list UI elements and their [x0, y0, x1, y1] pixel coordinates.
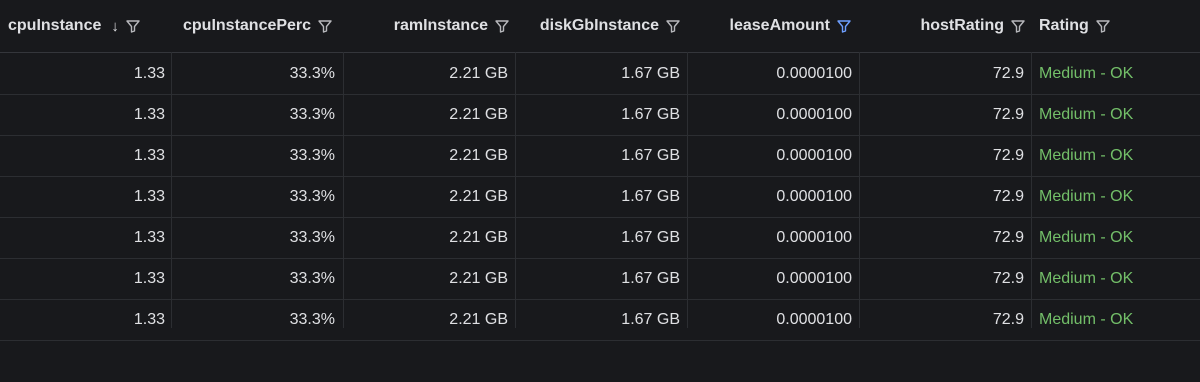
- cell-Rating: Medium - OK: [1039, 228, 1134, 246]
- table-row[interactable]: 1.33 33.3% 2.21 GB 1.67 GB 0.0000100 72.9 Medi…: [0, 299, 1200, 341]
- column-label: hostRating: [920, 17, 1004, 34]
- cell-cpuInstance: 1.33: [133, 310, 165, 328]
- table-row[interactable]: 1.33 33.3% 2.21 GB 1.67 GB 0.0000100 72.9 Medi…: [0, 217, 1200, 259]
- column-label: ramInstance: [393, 17, 488, 34]
- column-label: cpuInstance: [8, 17, 102, 34]
- cell-Rating: Medium - OK: [1039, 105, 1134, 123]
- column-divider: [171, 52, 172, 328]
- cell-cpuInstancePerc: 33.3%: [289, 105, 335, 123]
- cell-diskGbInstance: 1.67 GB: [621, 228, 680, 246]
- cell-diskGbInstance: 1.67 GB: [621, 64, 680, 82]
- cell-cpuInstancePerc: 33.3%: [289, 310, 335, 328]
- column-label: Rating: [1039, 17, 1089, 34]
- cell-diskGbInstance: 1.67 GB: [621, 187, 680, 205]
- column-header-ramInstance[interactable]: ramInstance: [344, 0, 510, 52]
- column-divider: [343, 52, 344, 328]
- funnel-icon[interactable]: [494, 18, 510, 34]
- column-label: diskGbInstance: [539, 17, 659, 34]
- cell-ramInstance: 2.21 GB: [449, 269, 508, 287]
- column-header-hostRating[interactable]: hostRating: [860, 0, 1026, 52]
- column-header-leaseAmount[interactable]: leaseAmount: [688, 0, 852, 52]
- table-row[interactable]: 1.33 33.3% 2.21 GB 1.67 GB 0.0000100 72.9 Medi…: [0, 176, 1200, 218]
- column-header-Rating[interactable]: Rating: [1039, 0, 1189, 52]
- cell-cpuInstancePerc: 33.3%: [289, 146, 335, 164]
- cell-cpuInstance: 1.33: [133, 105, 165, 123]
- column-header-diskGbInstance[interactable]: diskGbInstance: [516, 0, 681, 52]
- cell-Rating: Medium - OK: [1039, 146, 1134, 164]
- funnel-icon[interactable]: [317, 18, 333, 34]
- cell-diskGbInstance: 1.67 GB: [621, 146, 680, 164]
- funnel-icon[interactable]: [1010, 18, 1026, 34]
- table-row[interactable]: 1.33 33.3% 2.21 GB 1.67 GB 0.0000100 72.9 Medi…: [0, 94, 1200, 136]
- cell-ramInstance: 2.21 GB: [449, 105, 508, 123]
- cell-Rating: Medium - OK: [1039, 269, 1134, 287]
- cell-hostRating: 72.9: [992, 105, 1024, 123]
- column-label: cpuInstancePerc: [183, 17, 312, 34]
- column-header-cpuInstancePerc[interactable]: cpuInstancePerc: [183, 0, 343, 52]
- cell-cpuInstancePerc: 33.3%: [289, 269, 335, 287]
- cell-diskGbInstance: 1.67 GB: [621, 310, 680, 328]
- cell-Rating: Medium - OK: [1039, 64, 1134, 82]
- table-row[interactable]: 1.33 33.3% 2.21 GB 1.67 GB 0.0000100 72.9 Medi…: [0, 53, 1200, 95]
- cell-cpuInstance: 1.33: [133, 269, 165, 287]
- cell-ramInstance: 2.21 GB: [449, 187, 508, 205]
- cell-ramInstance: 2.21 GB: [449, 64, 508, 82]
- column-header-cpuInstance[interactable]: cpuInstance ↓: [8, 0, 170, 52]
- column-divider: [515, 52, 516, 328]
- cell-leaseAmount: 0.0000100: [776, 64, 852, 82]
- cell-cpuInstance: 1.33: [133, 64, 165, 82]
- column-divider: [687, 52, 688, 328]
- cell-diskGbInstance: 1.67 GB: [621, 105, 680, 123]
- cell-ramInstance: 2.21 GB: [449, 146, 508, 164]
- cell-cpuInstance: 1.33: [133, 187, 165, 205]
- cell-leaseAmount: 0.0000100: [776, 310, 852, 328]
- cell-diskGbInstance: 1.67 GB: [621, 269, 680, 287]
- cell-ramInstance: 2.21 GB: [449, 228, 508, 246]
- cell-hostRating: 72.9: [992, 228, 1024, 246]
- cell-cpuInstancePerc: 33.3%: [289, 187, 335, 205]
- cell-leaseAmount: 0.0000100: [776, 187, 852, 205]
- funnel-icon[interactable]: [665, 18, 681, 34]
- cell-hostRating: 72.9: [992, 146, 1024, 164]
- cell-Rating: Medium - OK: [1039, 187, 1134, 205]
- cell-leaseAmount: 0.0000100: [776, 269, 852, 287]
- cell-leaseAmount: 0.0000100: [776, 105, 852, 123]
- arrow-down-icon[interactable]: ↓: [111, 18, 119, 35]
- cell-cpuInstancePerc: 33.3%: [289, 64, 335, 82]
- table-row[interactable]: 1.33 33.3% 2.21 GB 1.67 GB 0.0000100 72.9 Medi…: [0, 258, 1200, 300]
- cell-hostRating: 72.9: [992, 187, 1024, 205]
- cell-cpuInstancePerc: 33.3%: [289, 228, 335, 246]
- cell-Rating: Medium - OK: [1039, 310, 1134, 328]
- cell-cpuInstance: 1.33: [133, 228, 165, 246]
- cell-hostRating: 72.9: [992, 64, 1024, 82]
- column-label: leaseAmount: [729, 17, 830, 34]
- cell-leaseAmount: 0.0000100: [776, 146, 852, 164]
- table-header: cpuInstance ↓ cpuInstancePerc ramInstanc…: [0, 0, 1200, 53]
- data-table: cpuInstance ↓ cpuInstancePerc ramInstanc…: [0, 0, 1200, 382]
- column-divider: [1031, 52, 1032, 328]
- cell-hostRating: 72.9: [992, 310, 1024, 328]
- column-divider: [859, 52, 860, 328]
- funnel-icon-active[interactable]: [836, 18, 852, 34]
- cell-ramInstance: 2.21 GB: [449, 310, 508, 328]
- cell-leaseAmount: 0.0000100: [776, 228, 852, 246]
- funnel-icon[interactable]: [125, 18, 141, 34]
- table-row[interactable]: 1.33 33.3% 2.21 GB 1.67 GB 0.0000100 72.9 Medi…: [0, 135, 1200, 177]
- cell-cpuInstance: 1.33: [133, 146, 165, 164]
- cell-hostRating: 72.9: [992, 269, 1024, 287]
- funnel-icon[interactable]: [1095, 18, 1111, 34]
